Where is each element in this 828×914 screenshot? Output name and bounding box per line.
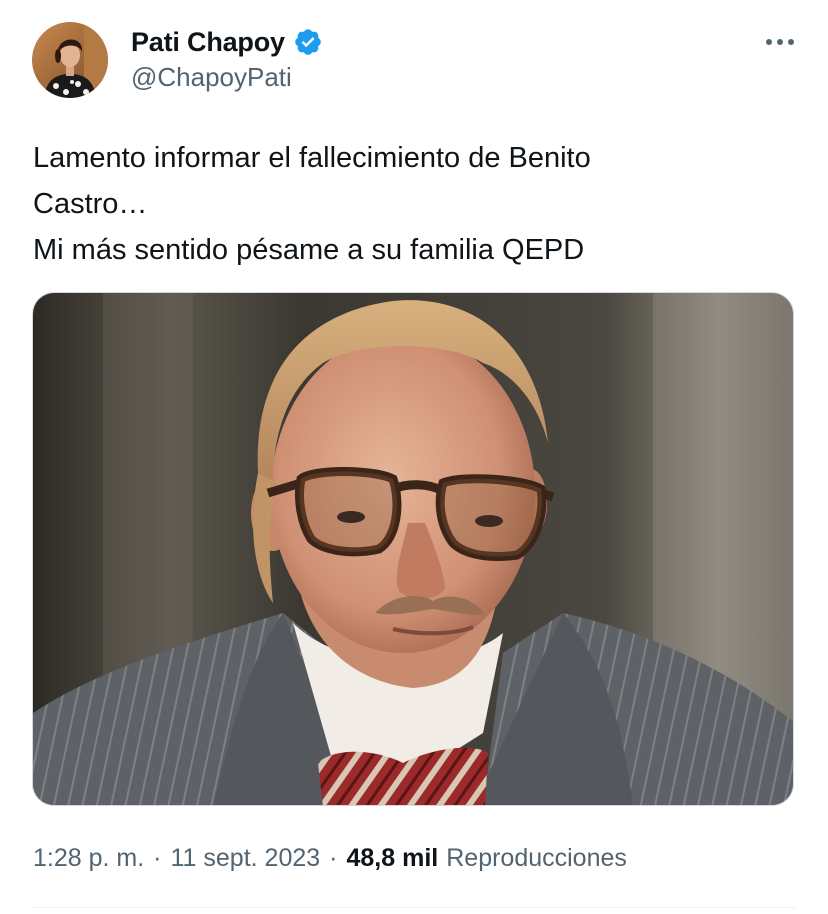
- divider: [32, 907, 796, 908]
- tweet-text-line: Castro…: [33, 188, 148, 220]
- tweet-text-line: Mi más sentido pésame a su familia QEPD: [33, 234, 585, 266]
- tweet-text: Lamento informar el fallecimiento de Ben…: [33, 135, 793, 273]
- views-count: 48,8 mil: [346, 843, 439, 872]
- more-options-button[interactable]: [760, 28, 800, 56]
- avatar-image: [32, 22, 108, 98]
- tweet-text-line: Lamento informar el fallecimiento de Ben…: [33, 142, 591, 174]
- author-display-name[interactable]: Pati Chapoy: [131, 27, 285, 58]
- tweet-date: 11 sept. 2023: [170, 843, 321, 872]
- tweet-meta: 1:28 p. m. · 11 sept. 2023 · 48,8 mil Repr…: [33, 839, 627, 877]
- verified-badge-icon: [293, 27, 323, 57]
- photo-image: [33, 293, 793, 805]
- views-label[interactable]: Reproducciones: [446, 844, 627, 873]
- tweet: Pati Chapoy @ChapoyPati Lamento informar…: [0, 0, 828, 914]
- tweet-photo[interactable]: [32, 292, 794, 806]
- author-avatar[interactable]: [32, 22, 108, 98]
- author-handle[interactable]: @ChapoyPati: [131, 62, 292, 93]
- meta-separator: ·: [153, 843, 162, 872]
- tweet-time: 1:28 p. m.: [33, 843, 145, 872]
- tweet-timestamp[interactable]: 1:28 p. m. · 11 sept. 2023: [33, 844, 320, 873]
- author-name-row[interactable]: Pati Chapoy: [131, 24, 323, 60]
- meta-separator: ·: [329, 843, 338, 872]
- more-horizontal-icon: [766, 39, 794, 45]
